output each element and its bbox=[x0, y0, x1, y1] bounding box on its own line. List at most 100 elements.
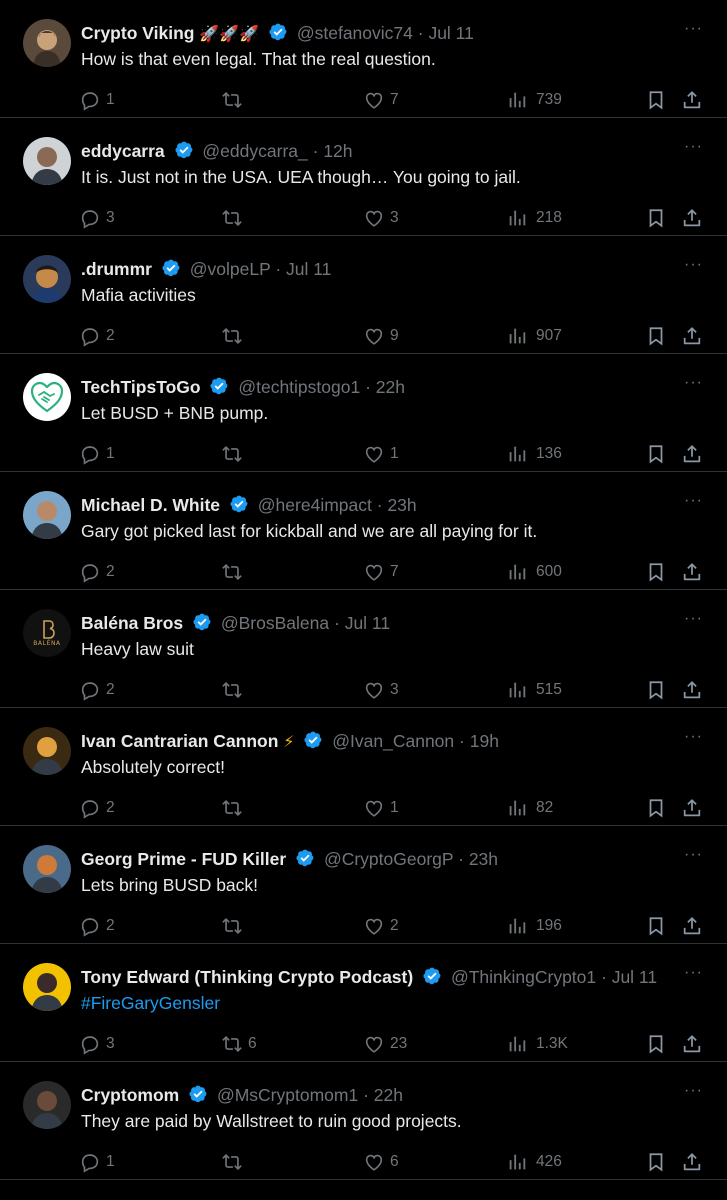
tweet[interactable]: BALÉNA Baléna Bros @BrosBalena · Jul 11 … bbox=[0, 590, 727, 708]
more-icon[interactable]: ··· bbox=[684, 729, 703, 745]
share-button[interactable] bbox=[681, 796, 703, 820]
retweet-button[interactable] bbox=[221, 796, 248, 820]
views-button[interactable]: 136 bbox=[506, 442, 562, 466]
avatar[interactable] bbox=[23, 137, 71, 185]
reply-button[interactable]: 3 bbox=[79, 1032, 115, 1056]
tweet[interactable]: Crypto Viking 🚀🚀🚀 @stefanovic74 · Jul 11… bbox=[0, 0, 727, 118]
avatar[interactable] bbox=[23, 963, 71, 1011]
bookmark-button[interactable] bbox=[645, 324, 667, 348]
views-button[interactable]: 739 bbox=[506, 88, 562, 112]
views-button[interactable]: 907 bbox=[506, 324, 562, 348]
share-button[interactable] bbox=[681, 206, 703, 230]
more-icon[interactable]: ··· bbox=[684, 1083, 703, 1099]
display-name[interactable]: Baléna Bros bbox=[81, 613, 183, 633]
like-button[interactable]: 2 bbox=[363, 914, 399, 938]
tweet[interactable]: TechTipsToGo @techtipstogo1 · 22h ··· Le… bbox=[0, 354, 727, 472]
display-name[interactable]: TechTipsToGo bbox=[81, 377, 201, 397]
like-button[interactable]: 9 bbox=[363, 324, 399, 348]
avatar[interactable] bbox=[23, 845, 71, 893]
retweet-button[interactable] bbox=[221, 88, 248, 112]
retweet-button[interactable] bbox=[221, 324, 248, 348]
bookmark-button[interactable] bbox=[645, 796, 667, 820]
views-button[interactable]: 515 bbox=[506, 678, 562, 702]
reply-button[interactable]: 2 bbox=[79, 678, 115, 702]
handle[interactable]: @CryptoGeorgP bbox=[324, 849, 453, 869]
bookmark-button[interactable] bbox=[645, 1150, 667, 1174]
share-button[interactable] bbox=[681, 442, 703, 466]
more-icon[interactable]: ··· bbox=[684, 493, 703, 509]
like-button[interactable]: 3 bbox=[363, 678, 399, 702]
timestamp[interactable]: 22h bbox=[374, 1085, 403, 1105]
reply-button[interactable]: 2 bbox=[79, 796, 115, 820]
display-name[interactable]: Crypto Viking bbox=[81, 23, 194, 43]
display-name[interactable]: Michael D. White bbox=[81, 495, 220, 515]
retweet-button[interactable]: 6 bbox=[221, 1032, 257, 1056]
handle[interactable]: @MsCryptomom1 bbox=[217, 1085, 358, 1105]
tweet[interactable]: Georg Prime - FUD Killer @CryptoGeorgP ·… bbox=[0, 826, 727, 944]
avatar[interactable] bbox=[23, 1081, 71, 1129]
timestamp[interactable]: Jul 11 bbox=[612, 967, 657, 987]
views-button[interactable]: 1.3K bbox=[506, 1032, 568, 1056]
avatar[interactable]: BALÉNA bbox=[23, 609, 71, 657]
handle[interactable]: @here4impact bbox=[258, 495, 372, 515]
timestamp[interactable]: Jul 11 bbox=[428, 23, 473, 43]
share-button[interactable] bbox=[681, 1032, 703, 1056]
display-name[interactable]: Cryptomom bbox=[81, 1085, 179, 1105]
share-button[interactable] bbox=[681, 1150, 703, 1174]
bookmark-button[interactable] bbox=[645, 206, 667, 230]
tweet[interactable]: Michael D. White @here4impact · 23h ··· … bbox=[0, 472, 727, 590]
reply-button[interactable]: 2 bbox=[79, 324, 115, 348]
bookmark-button[interactable] bbox=[645, 1032, 667, 1056]
timestamp[interactable]: Jul 11 bbox=[286, 259, 331, 279]
tweet[interactable]: Tony Edward (Thinking Crypto Podcast) @T… bbox=[0, 944, 727, 1062]
timestamp[interactable]: 19h bbox=[470, 731, 499, 751]
share-button[interactable] bbox=[681, 560, 703, 584]
more-icon[interactable]: ··· bbox=[684, 965, 703, 981]
timestamp[interactable]: 12h bbox=[323, 141, 352, 161]
handle[interactable]: @Ivan_Cannon bbox=[332, 731, 454, 751]
bookmark-button[interactable] bbox=[645, 88, 667, 112]
tweet[interactable]: eddycarra @eddycarra_ · 12h ··· It is. J… bbox=[0, 118, 727, 236]
more-icon[interactable]: ··· bbox=[684, 611, 703, 627]
bookmark-button[interactable] bbox=[645, 678, 667, 702]
bookmark-button[interactable] bbox=[645, 442, 667, 466]
avatar[interactable] bbox=[23, 727, 71, 775]
reply-button[interactable]: 2 bbox=[79, 560, 115, 584]
retweet-button[interactable] bbox=[221, 206, 248, 230]
reply-button[interactable]: 1 bbox=[79, 88, 115, 112]
handle[interactable]: @ThinkingCrypto1 bbox=[451, 967, 596, 987]
reply-button[interactable]: 1 bbox=[79, 1150, 115, 1174]
handle[interactable]: @eddycarra_ bbox=[202, 141, 307, 161]
share-button[interactable] bbox=[681, 88, 703, 112]
display-name[interactable]: Tony Edward (Thinking Crypto Podcast) bbox=[81, 967, 413, 987]
more-icon[interactable]: ··· bbox=[684, 375, 703, 391]
views-button[interactable]: 426 bbox=[506, 1150, 562, 1174]
avatar[interactable] bbox=[23, 373, 71, 421]
avatar[interactable] bbox=[23, 491, 71, 539]
share-button[interactable] bbox=[681, 324, 703, 348]
retweet-button[interactable] bbox=[221, 1150, 248, 1174]
views-button[interactable]: 82 bbox=[506, 796, 553, 820]
bookmark-button[interactable] bbox=[645, 560, 667, 584]
more-icon[interactable]: ··· bbox=[684, 847, 703, 863]
like-button[interactable]: 1 bbox=[363, 442, 399, 466]
more-icon[interactable]: ··· bbox=[684, 139, 703, 155]
share-button[interactable] bbox=[681, 678, 703, 702]
handle[interactable]: @stefanovic74 bbox=[297, 23, 413, 43]
avatar[interactable] bbox=[23, 19, 71, 67]
like-button[interactable]: 1 bbox=[363, 796, 399, 820]
bookmark-button[interactable] bbox=[645, 914, 667, 938]
retweet-button[interactable] bbox=[221, 442, 248, 466]
timestamp[interactable]: 22h bbox=[376, 377, 405, 397]
share-button[interactable] bbox=[681, 914, 703, 938]
display-name[interactable]: eddycarra bbox=[81, 141, 165, 161]
retweet-button[interactable] bbox=[221, 678, 248, 702]
views-button[interactable]: 196 bbox=[506, 914, 562, 938]
display-name[interactable]: Ivan Cantrarian Cannon bbox=[81, 731, 278, 751]
like-button[interactable]: 6 bbox=[363, 1150, 399, 1174]
handle[interactable]: @BrosBalena bbox=[221, 613, 329, 633]
reply-button[interactable]: 3 bbox=[79, 206, 115, 230]
reply-button[interactable]: 2 bbox=[79, 914, 115, 938]
timestamp[interactable]: 23h bbox=[469, 849, 498, 869]
display-name[interactable]: .drummr bbox=[81, 259, 152, 279]
